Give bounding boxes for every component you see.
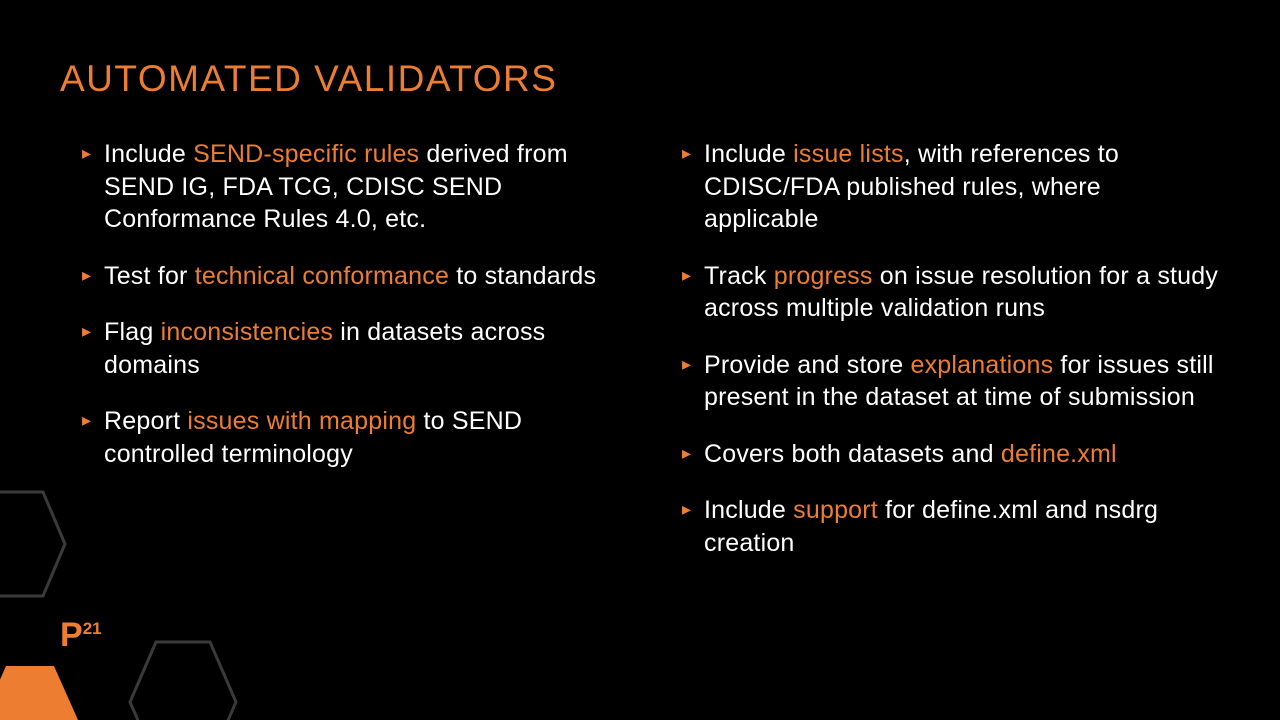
slide: AUTOMATED VALIDATORS Include SEND-specif…	[0, 0, 1280, 720]
list-item: Include SEND-specific rules derived from…	[60, 138, 620, 236]
text: Covers both datasets and	[704, 440, 1001, 468]
list-item: Provide and store explanations for issue…	[660, 349, 1220, 414]
text: to standards	[449, 262, 596, 290]
list-item: Test for technical conformance to standa…	[60, 260, 620, 293]
highlight: explanations	[911, 351, 1054, 379]
right-column: Include issue lists, with references to …	[660, 138, 1220, 583]
right-list: Include issue lists, with references to …	[660, 138, 1220, 559]
highlight: issues with mapping	[187, 407, 416, 435]
highlight: SEND-specific rules	[193, 140, 419, 168]
highlight: define.xml	[1001, 440, 1117, 468]
text: Flag	[104, 318, 161, 346]
logo-letter: P	[60, 616, 82, 654]
text: Track	[704, 262, 774, 290]
hexagon-icon	[0, 664, 80, 720]
highlight: support	[793, 496, 878, 524]
hexagon-icon	[0, 490, 67, 598]
left-list: Include SEND-specific rules derived from…	[60, 138, 620, 470]
text: Include	[704, 496, 793, 524]
list-item: Include issue lists, with references to …	[660, 138, 1220, 236]
hexagon-icon	[128, 640, 238, 720]
highlight: inconsistencies	[161, 318, 334, 346]
text: Report	[104, 407, 187, 435]
list-item: Covers both datasets and define.xml	[660, 438, 1220, 471]
text: Include	[104, 140, 193, 168]
text: Include	[704, 140, 793, 168]
slide-title: AUTOMATED VALIDATORS	[60, 58, 1220, 100]
highlight: technical conformance	[195, 262, 449, 290]
text: Provide and store	[704, 351, 911, 379]
logo-super: 21	[83, 619, 102, 638]
left-column: Include SEND-specific rules derived from…	[60, 138, 620, 583]
p21-logo: P21	[60, 616, 101, 655]
list-item: Include support for define.xml and nsdrg…	[660, 494, 1220, 559]
list-item: Flag inconsistencies in datasets across …	[60, 316, 620, 381]
list-item: Report issues with mapping to SEND contr…	[60, 405, 620, 470]
list-item: Track progress on issue resolution for a…	[660, 260, 1220, 325]
highlight: progress	[774, 262, 873, 290]
highlight: issue lists	[793, 140, 904, 168]
content-columns: Include SEND-specific rules derived from…	[60, 138, 1220, 583]
text: Test for	[104, 262, 195, 290]
